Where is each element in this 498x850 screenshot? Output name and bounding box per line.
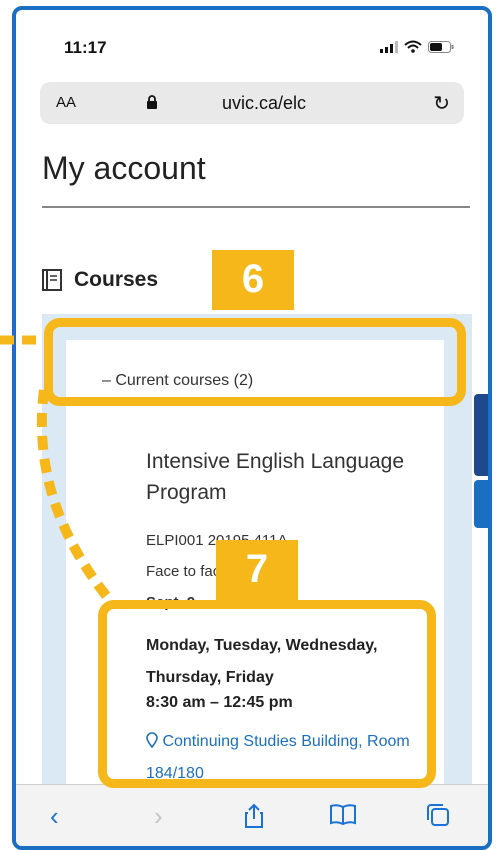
callout-badge-6: 6: [212, 250, 294, 310]
callout-box-6: [44, 318, 466, 406]
callout-badge-7: 7: [216, 540, 298, 602]
callout-box-7: [98, 600, 436, 788]
